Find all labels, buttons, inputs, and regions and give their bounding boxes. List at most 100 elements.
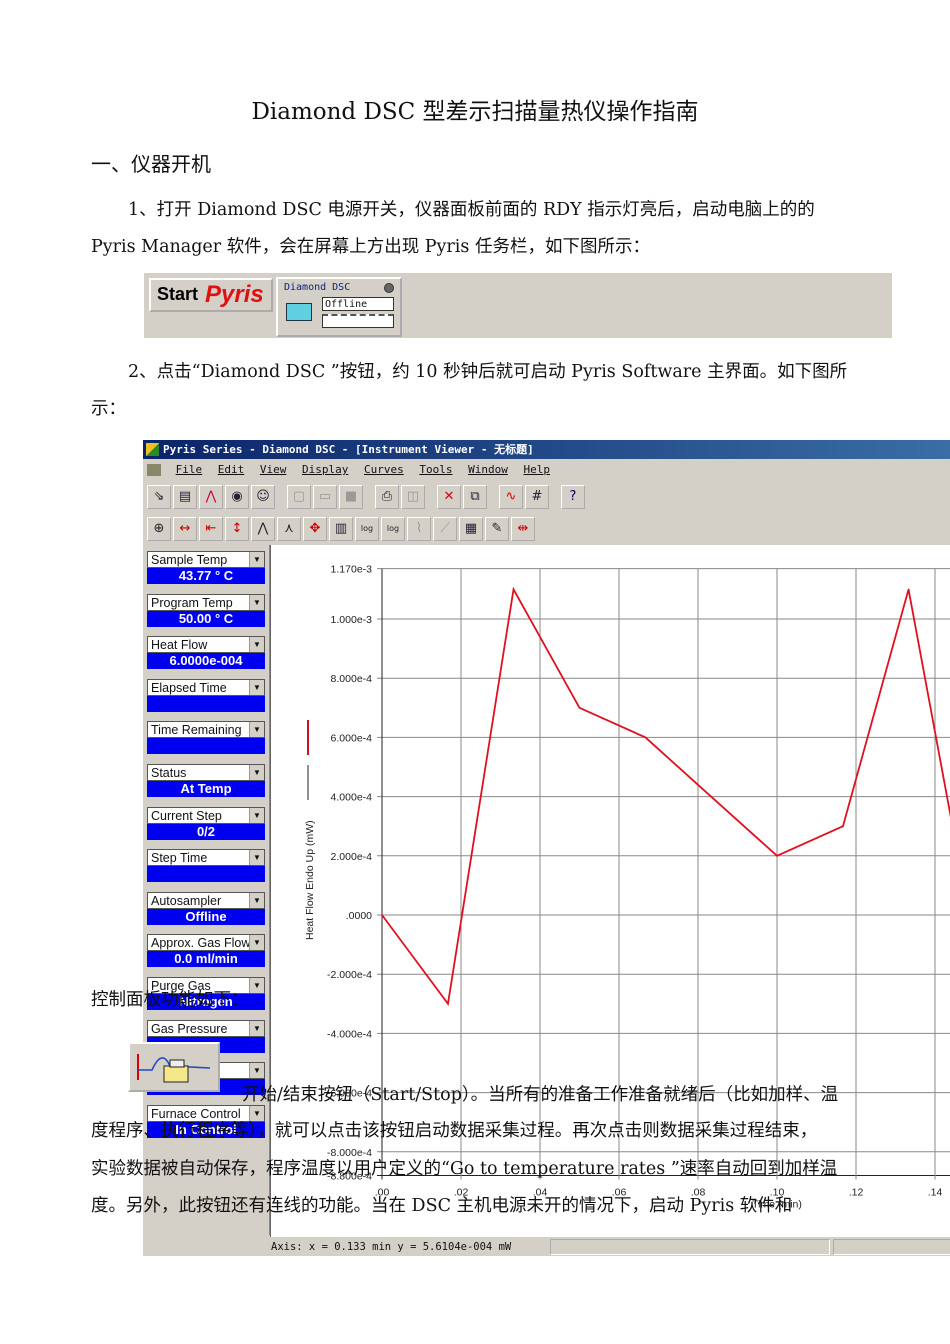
chevron-down-icon[interactable]: ▼ xyxy=(249,765,264,780)
toolbar-graph: ⊕ ↔ ⇤ ↕ ⋀ ⋏ ✥ ▥ log log ⌇ ⟋ ▦ ✎ ⇹ xyxy=(147,515,535,542)
readout-selector[interactable]: Current Step ▼ xyxy=(147,806,265,824)
curve-icon[interactable]: ∿ xyxy=(499,484,523,509)
menu-edit[interactable]: Edit xyxy=(218,463,245,476)
chevron-down-icon[interactable]: ▼ xyxy=(249,679,264,695)
menu-help[interactable]: Help xyxy=(523,463,550,476)
menu-tools[interactable]: Tools xyxy=(419,463,452,476)
x-range-icon[interactable]: ↔ xyxy=(173,516,197,541)
y-tick-label: .0000 xyxy=(346,910,372,922)
y-tick-label: 6.000e-4 xyxy=(331,732,373,744)
paragraph-line: 控制面板功能如下： xyxy=(91,990,249,1010)
help-icon[interactable]: ? xyxy=(561,484,585,509)
y-tick-label: 8.000e-4 xyxy=(331,673,373,685)
readout-value: 0.0 ml/min xyxy=(147,951,265,968)
readout-selector[interactable]: Elapsed Time ▼ xyxy=(147,678,265,696)
menu-display[interactable]: Display xyxy=(302,463,348,476)
annotate-icon[interactable]: ✎ xyxy=(485,516,509,541)
peak-icon[interactable]: ⋀ xyxy=(251,516,275,541)
zoom-icon[interactable]: ⊕ xyxy=(147,516,171,541)
readout-selector[interactable]: Sample Temp ▼ xyxy=(147,551,265,568)
readout-label: Step Time xyxy=(151,851,208,866)
readout-label: Sample Temp xyxy=(151,553,228,567)
chevron-down-icon[interactable]: ▼ xyxy=(249,935,264,951)
paragraph-line: 度程序、执行程序等），就可以点击该按钮启动数据采集过程。再次点击则数据采集过程结… xyxy=(91,1121,818,1141)
delete-icon[interactable]: ✕ xyxy=(437,484,461,509)
chevron-down-icon[interactable]: ▼ xyxy=(249,722,264,738)
peak-shift-icon[interactable]: ⋏ xyxy=(277,516,301,541)
menu-view[interactable]: View xyxy=(260,463,287,476)
chevron-down-icon[interactable]: ▼ xyxy=(249,1020,264,1036)
diamond-dsc-button[interactable]: Diamond DSC Offline xyxy=(276,277,402,337)
data-point xyxy=(381,914,383,916)
grid-icon[interactable]: # xyxy=(525,484,549,509)
readout-selector[interactable]: Time Remaining ▼ xyxy=(147,721,265,739)
start-pyris-button[interactable]: Start Pyris xyxy=(149,278,273,312)
menu-curves[interactable]: Curves xyxy=(364,463,404,476)
x-tick-label: .12 xyxy=(849,1186,864,1198)
data-point xyxy=(776,855,778,857)
chevron-down-icon[interactable]: ▼ xyxy=(249,978,264,993)
readout-selector[interactable]: Step Time ▼ xyxy=(147,849,265,867)
paragraph-line: 实验数据被自动保存，程序温度以用户定义的“Go to temperature r… xyxy=(91,1159,838,1179)
chevron-down-icon[interactable]: ▼ xyxy=(249,594,264,610)
paragraph-line: 开始/结束按钮（Start/Stop）。当所有的准备工作准备就绪后（比如加样、温 xyxy=(242,1085,839,1105)
window-titlebar: Pyris Series - Diamond DSC - [Instrument… xyxy=(143,440,950,459)
readout-value: 0/2 xyxy=(147,823,265,840)
peak-move-icon[interactable]: ✥ xyxy=(303,516,327,541)
data-point xyxy=(907,588,910,591)
slope-icon[interactable]: ⟋ xyxy=(433,516,457,541)
log-x-icon[interactable]: log xyxy=(355,516,379,541)
instrument-status: Offline xyxy=(322,297,394,311)
save-icon[interactable]: ■ xyxy=(339,484,363,509)
start-stop-button[interactable] xyxy=(128,1042,220,1092)
log-y-icon[interactable]: log xyxy=(381,516,405,541)
y-axis-label: Heat Flow Endo Up (mW) xyxy=(304,820,316,940)
table-icon[interactable]: ▦ xyxy=(459,516,483,541)
panel-readout: Status ▼ At Temp xyxy=(147,764,265,797)
readout-selector[interactable]: Gas Pressure ▼ xyxy=(147,1019,265,1037)
readout-selector[interactable]: Status ▼ xyxy=(147,764,265,781)
readout-label: Approx. Gas Flow xyxy=(151,936,251,951)
print-icon[interactable]: ⎙ xyxy=(375,484,399,509)
start-label: Start xyxy=(157,284,199,304)
open-icon[interactable]: ▭ xyxy=(313,484,337,509)
readout-selector[interactable]: Program Temp ▼ xyxy=(147,593,265,611)
stack-icon[interactable]: ▥ xyxy=(329,516,353,541)
chevron-down-icon[interactable]: ▼ xyxy=(249,637,264,653)
user-icon[interactable]: ☺ xyxy=(251,484,275,509)
readout-label: Current Step xyxy=(151,808,222,823)
full-scale-icon[interactable]: ⇹ xyxy=(511,516,535,541)
readout-value xyxy=(147,738,265,755)
new-icon[interactable]: ▢ xyxy=(287,484,311,509)
chevron-down-icon[interactable]: ▼ xyxy=(249,552,264,567)
chevron-down-icon[interactable]: ▼ xyxy=(249,807,264,823)
copy-icon[interactable]: ⧉ xyxy=(463,484,487,509)
y-tick-label: -2.000e-4 xyxy=(327,969,372,981)
menu-window[interactable]: Window xyxy=(468,463,508,476)
chevron-down-icon[interactable]: ▼ xyxy=(249,850,264,866)
readout-selector[interactable]: Autosampler ▼ xyxy=(147,891,265,909)
panel-readout: Program Temp ▼ 50.00 ° C xyxy=(147,593,265,627)
print-preview-icon[interactable]: ◫ xyxy=(401,484,425,509)
disc-icon[interactable]: ◉ xyxy=(225,484,249,509)
method-icon[interactable]: ⇘ xyxy=(147,484,171,509)
readout-label: Gas Pressure xyxy=(151,1021,228,1036)
readout-value xyxy=(147,695,265,712)
readout-selector[interactable]: Heat Flow ▼ xyxy=(147,636,265,654)
app-icon xyxy=(146,443,159,456)
data-analysis-icon[interactable]: ⋀ xyxy=(199,484,223,509)
derivative-icon[interactable]: ⌇ xyxy=(407,516,431,541)
chevron-down-icon[interactable]: ▼ xyxy=(249,892,264,908)
menu-bar: File Edit View Display Curves Tools Wind… xyxy=(143,460,950,480)
chevron-down-icon[interactable]: ▼ xyxy=(249,1063,264,1079)
readout-label: Status xyxy=(151,766,187,780)
menu-file[interactable]: File xyxy=(176,463,203,476)
y-tick-label: 1.170e-3 xyxy=(331,564,373,576)
instrument-status-2 xyxy=(322,314,394,328)
x-scale-icon[interactable]: ⇤ xyxy=(199,516,223,541)
report-icon[interactable]: ▤ xyxy=(173,484,197,509)
y-scale-icon[interactable]: ↕ xyxy=(225,516,249,541)
cursor-readout: Axis: x = 0.133 min y = 5.6104e-004 mW xyxy=(271,1241,512,1253)
panel-readout: Approx. Gas Flow ▼ 0.0 ml/min xyxy=(147,934,265,968)
readout-selector[interactable]: Approx. Gas Flow ▼ xyxy=(147,934,265,952)
